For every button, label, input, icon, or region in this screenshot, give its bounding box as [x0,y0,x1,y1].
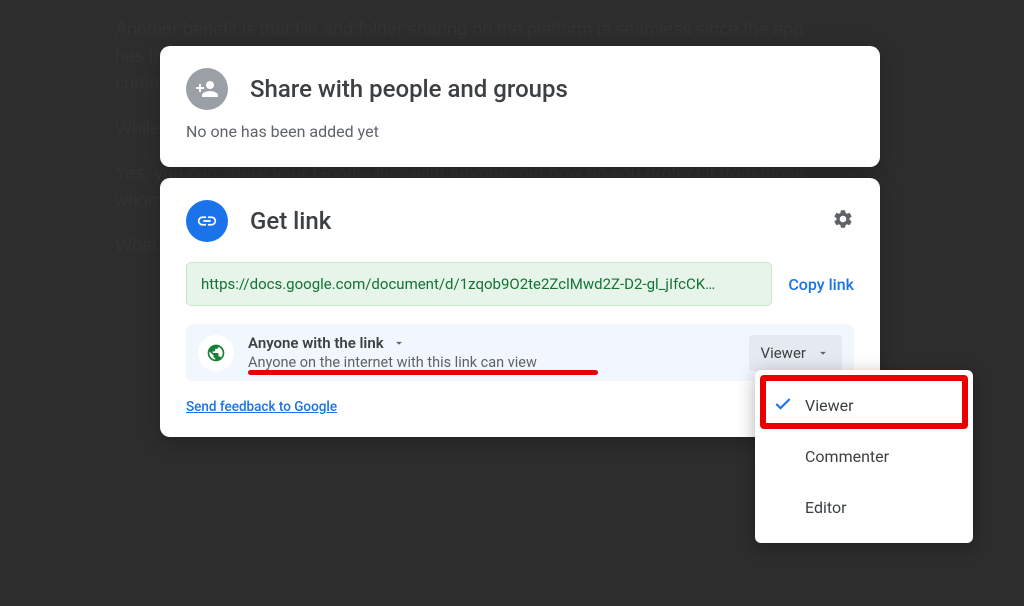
link-header: Get link [186,200,854,242]
access-text: Anyone with the link Anyone on the inter… [248,334,735,371]
dropdown-label: Editor [805,498,846,517]
share-header: Share with people and groups [186,68,854,110]
role-label: Viewer [761,344,806,362]
share-people-card: Share with people and groups No one has … [160,46,880,167]
send-feedback-link[interactable]: Send feedback to Google [186,399,854,415]
settings-icon[interactable] [832,208,854,234]
copy-link-button[interactable]: Copy link [788,275,854,294]
annotation-underline [248,370,598,375]
share-url-display[interactable]: https://docs.google.com/document/d/1zqob… [186,262,772,306]
access-description: Anyone on the internet with this link ca… [248,354,735,371]
people-add-icon [186,68,228,110]
access-heading-label: Anyone with the link [248,334,384,352]
caret-down-icon [392,336,406,350]
dropdown-item-editor[interactable]: Editor [755,482,973,533]
dropdown-item-viewer[interactable]: Viewer [755,380,973,431]
globe-icon [198,335,234,371]
dropdown-item-commenter[interactable]: Commenter [755,431,973,482]
dropdown-label: Commenter [805,447,889,466]
check-icon [773,394,793,418]
share-title: Share with people and groups [250,75,568,103]
url-row: https://docs.google.com/document/d/1zqob… [186,262,854,306]
share-subtitle: No one has been added yet [186,122,854,141]
access-heading-button[interactable]: Anyone with the link [248,334,735,352]
link-icon [186,200,228,242]
caret-down-icon [816,346,830,360]
dropdown-label: Viewer [805,396,854,415]
get-link-title: Get link [250,207,810,235]
role-dropdown-button[interactable]: Viewer [749,335,842,371]
access-row: Anyone with the link Anyone on the inter… [186,324,854,381]
role-dropdown-menu: Viewer Commenter Editor [755,370,973,543]
